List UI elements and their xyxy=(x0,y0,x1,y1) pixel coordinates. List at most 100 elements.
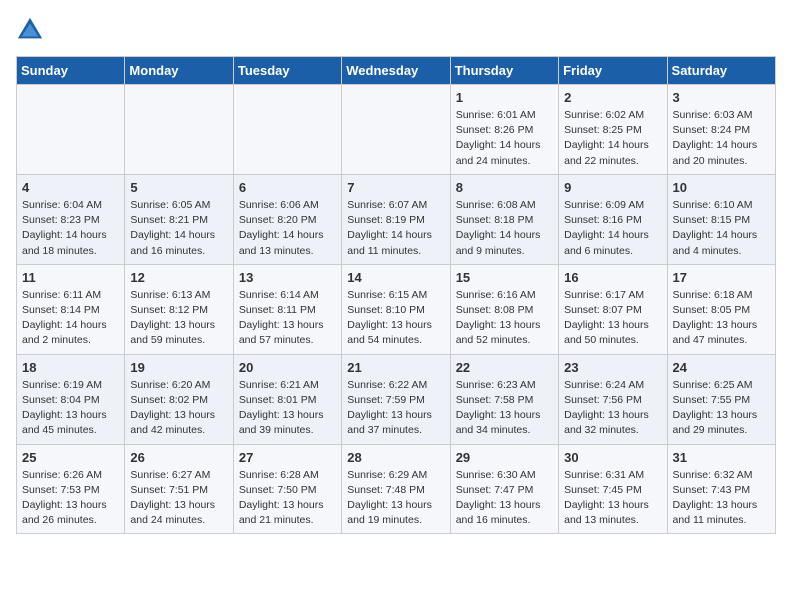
calendar-cell: 17 Sunrise: 6:18 AM Sunset: 8:05 PM Dayli… xyxy=(667,264,775,354)
day-number: 27 xyxy=(239,450,336,465)
calendar-cell: 3 Sunrise: 6:03 AM Sunset: 8:24 PM Daylig… xyxy=(667,85,775,175)
day-number: 30 xyxy=(564,450,661,465)
calendar-cell: 14 Sunrise: 6:15 AM Sunset: 8:10 PM Dayli… xyxy=(342,264,450,354)
day-number: 21 xyxy=(347,360,444,375)
cell-content: Sunrise: 6:13 AM Sunset: 8:12 PM Dayligh… xyxy=(130,288,227,349)
calendar-cell: 31 Sunrise: 6:32 AM Sunset: 7:43 PM Dayli… xyxy=(667,444,775,534)
day-number: 11 xyxy=(22,270,119,285)
calendar-cell: 4 Sunrise: 6:04 AM Sunset: 8:23 PM Daylig… xyxy=(17,174,125,264)
day-number: 22 xyxy=(456,360,553,375)
calendar-cell: 28Sunrise: 6:29 AM Sunset: 7:48 PM Dayli… xyxy=(342,444,450,534)
cell-content: Sunrise: 6:16 AM Sunset: 8:08 PM Dayligh… xyxy=(456,288,553,349)
day-header-saturday: Saturday xyxy=(667,57,775,85)
cell-content: Sunrise: 6:09 AM Sunset: 8:16 PM Dayligh… xyxy=(564,198,661,259)
cell-content: Sunrise: 6:18 AM Sunset: 8:05 PM Dayligh… xyxy=(673,288,770,349)
calendar-cell xyxy=(17,85,125,175)
calendar-cell: 25 Sunrise: 6:26 AM Sunset: 7:53 PM Dayli… xyxy=(17,444,125,534)
day-number: 9 xyxy=(564,180,661,195)
cell-content: Sunrise: 6:04 AM Sunset: 8:23 PM Dayligh… xyxy=(22,198,119,259)
calendar-cell: 30 Sunrise: 6:31 AM Sunset: 7:45 PM Dayli… xyxy=(559,444,667,534)
calendar-cell: 22 Sunrise: 6:23 AM Sunset: 7:58 PM Dayli… xyxy=(450,354,558,444)
day-number: 31 xyxy=(673,450,770,465)
day-number: 5 xyxy=(130,180,227,195)
calendar-cell: 23 Sunrise: 6:24 AM Sunset: 7:56 PM Dayli… xyxy=(559,354,667,444)
day-number: 23 xyxy=(564,360,661,375)
calendar-cell: 27 Sunrise: 6:28 AM Sunset: 7:50 PM Dayli… xyxy=(233,444,341,534)
day-header-wednesday: Wednesday xyxy=(342,57,450,85)
calendar-cell: 26 Sunrise: 6:27 AM Sunset: 7:51 PM Dayli… xyxy=(125,444,233,534)
logo xyxy=(16,16,48,44)
cell-content: Sunrise: 6:20 AM Sunset: 8:02 PM Dayligh… xyxy=(130,378,227,439)
cell-content: Sunrise: 6:06 AM Sunset: 8:20 PM Dayligh… xyxy=(239,198,336,259)
cell-content: Sunrise: 6:22 AM Sunset: 7:59 PM Dayligh… xyxy=(347,378,444,439)
day-number: 18 xyxy=(22,360,119,375)
day-header-sunday: Sunday xyxy=(17,57,125,85)
cell-content: Sunrise: 6:07 AM Sunset: 8:19 PM Dayligh… xyxy=(347,198,444,259)
calendar-table: SundayMondayTuesdayWednesdayThursdayFrid… xyxy=(16,56,776,534)
day-number: 1 xyxy=(456,90,553,105)
calendar-week-2: 4 Sunrise: 6:04 AM Sunset: 8:23 PM Daylig… xyxy=(17,174,776,264)
calendar-cell: 1 Sunrise: 6:01 AM Sunset: 8:26 PM Daylig… xyxy=(450,85,558,175)
page-header xyxy=(16,16,776,44)
calendar-cell: 18Sunrise: 6:19 AM Sunset: 8:04 PM Dayli… xyxy=(17,354,125,444)
day-number: 29 xyxy=(456,450,553,465)
day-header-tuesday: Tuesday xyxy=(233,57,341,85)
calendar-cell: 29 Sunrise: 6:30 AM Sunset: 7:47 PM Dayli… xyxy=(450,444,558,534)
day-number: 20 xyxy=(239,360,336,375)
cell-content: Sunrise: 6:31 AM Sunset: 7:45 PM Dayligh… xyxy=(564,468,661,529)
day-number: 28 xyxy=(347,450,444,465)
calendar-cell: 2 Sunrise: 6:02 AM Sunset: 8:25 PM Daylig… xyxy=(559,85,667,175)
calendar-cell: 24Sunrise: 6:25 AM Sunset: 7:55 PM Dayli… xyxy=(667,354,775,444)
day-number: 2 xyxy=(564,90,661,105)
calendar-cell xyxy=(233,85,341,175)
cell-content: Sunrise: 6:27 AM Sunset: 7:51 PM Dayligh… xyxy=(130,468,227,529)
cell-content: Sunrise: 6:10 AM Sunset: 8:15 PM Dayligh… xyxy=(673,198,770,259)
day-number: 3 xyxy=(673,90,770,105)
day-number: 7 xyxy=(347,180,444,195)
calendar-week-4: 18Sunrise: 6:19 AM Sunset: 8:04 PM Dayli… xyxy=(17,354,776,444)
calendar-cell: 9 Sunrise: 6:09 AM Sunset: 8:16 PM Daylig… xyxy=(559,174,667,264)
cell-content: Sunrise: 6:02 AM Sunset: 8:25 PM Dayligh… xyxy=(564,108,661,169)
cell-content: Sunrise: 6:30 AM Sunset: 7:47 PM Dayligh… xyxy=(456,468,553,529)
cell-content: Sunrise: 6:08 AM Sunset: 8:18 PM Dayligh… xyxy=(456,198,553,259)
cell-content: Sunrise: 6:28 AM Sunset: 7:50 PM Dayligh… xyxy=(239,468,336,529)
calendar-cell: 21 Sunrise: 6:22 AM Sunset: 7:59 PM Dayli… xyxy=(342,354,450,444)
cell-content: Sunrise: 6:21 AM Sunset: 8:01 PM Dayligh… xyxy=(239,378,336,439)
calendar-cell: 12 Sunrise: 6:13 AM Sunset: 8:12 PM Dayli… xyxy=(125,264,233,354)
calendar-cell xyxy=(125,85,233,175)
cell-content: Sunrise: 6:23 AM Sunset: 7:58 PM Dayligh… xyxy=(456,378,553,439)
calendar-cell: 20 Sunrise: 6:21 AM Sunset: 8:01 PM Dayli… xyxy=(233,354,341,444)
cell-content: Sunrise: 6:11 AM Sunset: 8:14 PM Dayligh… xyxy=(22,288,119,349)
calendar-cell: 15Sunrise: 6:16 AM Sunset: 8:08 PM Dayli… xyxy=(450,264,558,354)
cell-content: Sunrise: 6:24 AM Sunset: 7:56 PM Dayligh… xyxy=(564,378,661,439)
cell-content: Sunrise: 6:32 AM Sunset: 7:43 PM Dayligh… xyxy=(673,468,770,529)
day-header-friday: Friday xyxy=(559,57,667,85)
cell-content: Sunrise: 6:14 AM Sunset: 8:11 PM Dayligh… xyxy=(239,288,336,349)
day-number: 26 xyxy=(130,450,227,465)
day-number: 19 xyxy=(130,360,227,375)
day-number: 16 xyxy=(564,270,661,285)
cell-content: Sunrise: 6:26 AM Sunset: 7:53 PM Dayligh… xyxy=(22,468,119,529)
calendar-cell: 19 Sunrise: 6:20 AM Sunset: 8:02 PM Dayli… xyxy=(125,354,233,444)
cell-content: Sunrise: 6:15 AM Sunset: 8:10 PM Dayligh… xyxy=(347,288,444,349)
day-number: 24 xyxy=(673,360,770,375)
day-number: 8 xyxy=(456,180,553,195)
calendar-week-3: 11 Sunrise: 6:11 AM Sunset: 8:14 PM Dayli… xyxy=(17,264,776,354)
day-header-monday: Monday xyxy=(125,57,233,85)
cell-content: Sunrise: 6:03 AM Sunset: 8:24 PM Dayligh… xyxy=(673,108,770,169)
day-number: 10 xyxy=(673,180,770,195)
day-number: 13 xyxy=(239,270,336,285)
day-number: 14 xyxy=(347,270,444,285)
calendar-cell: 11 Sunrise: 6:11 AM Sunset: 8:14 PM Dayli… xyxy=(17,264,125,354)
day-number: 4 xyxy=(22,180,119,195)
day-number: 12 xyxy=(130,270,227,285)
cell-content: Sunrise: 6:01 AM Sunset: 8:26 PM Dayligh… xyxy=(456,108,553,169)
day-header-thursday: Thursday xyxy=(450,57,558,85)
day-number: 6 xyxy=(239,180,336,195)
calendar-week-5: 25 Sunrise: 6:26 AM Sunset: 7:53 PM Dayli… xyxy=(17,444,776,534)
day-number: 17 xyxy=(673,270,770,285)
calendar-cell: 7 Sunrise: 6:07 AM Sunset: 8:19 PM Daylig… xyxy=(342,174,450,264)
calendar-cell: 5Sunrise: 6:05 AM Sunset: 8:21 PM Daylig… xyxy=(125,174,233,264)
calendar-cell: 6 Sunrise: 6:06 AM Sunset: 8:20 PM Daylig… xyxy=(233,174,341,264)
day-number: 25 xyxy=(22,450,119,465)
